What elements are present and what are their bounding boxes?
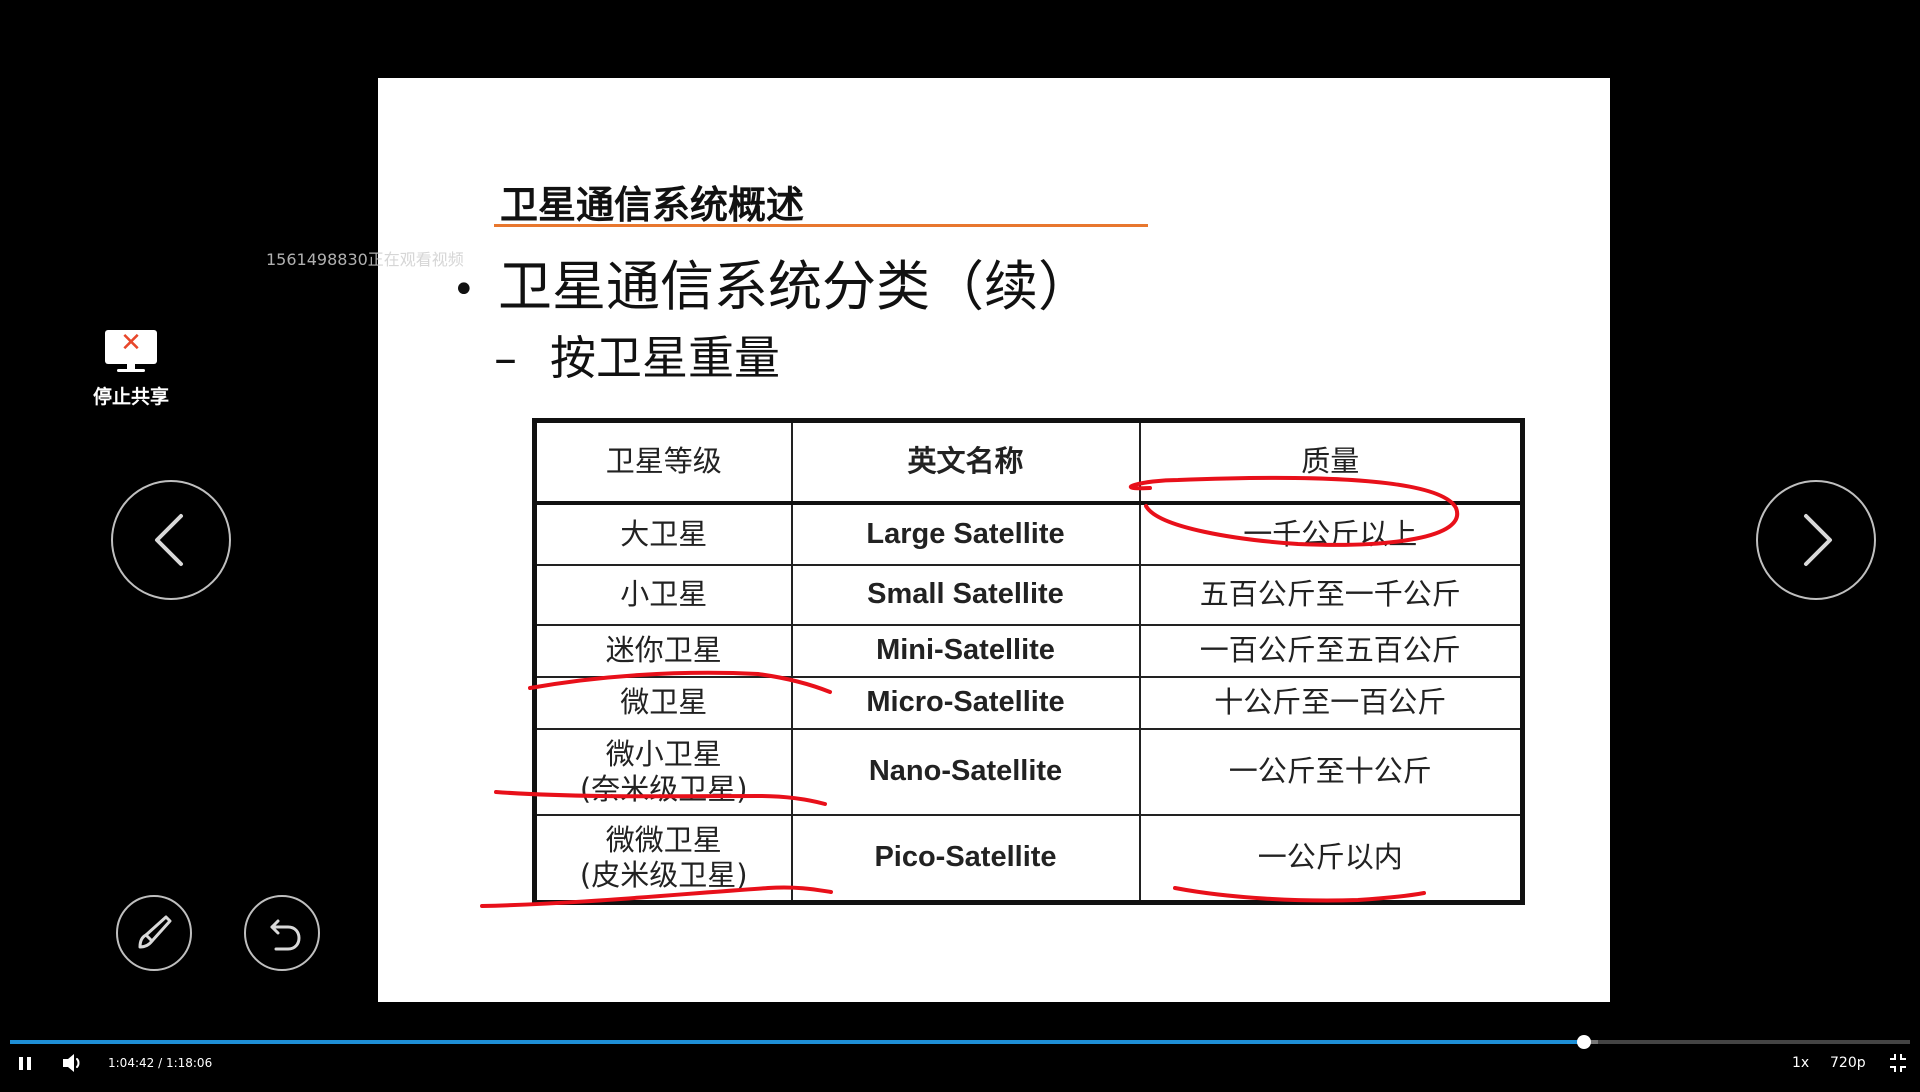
header-level: 卫星等级	[533, 419, 793, 505]
cell-mass: 一千公斤以上	[1138, 501, 1524, 566]
cell-english: Small Satellite	[790, 563, 1141, 626]
video-progress-bar[interactable]	[10, 1035, 1910, 1049]
cell-level-alias: (皮米级卫星)	[579, 857, 748, 892]
cell-english: Nano-Satellite	[790, 727, 1141, 816]
cell-level: 迷你卫星	[533, 623, 793, 678]
sub-bullet-line: – 按卫星重量	[494, 322, 780, 388]
total-time: 1:18:06	[165, 1056, 213, 1070]
playback-rate-button[interactable]: 1x	[1792, 1046, 1809, 1080]
time-display: 1:04:42 / 1:18:06	[108, 1046, 212, 1080]
exit-fullscreen-button[interactable]	[1886, 1046, 1910, 1080]
previous-slide-button[interactable]	[111, 480, 231, 600]
cell-level-alias: (奈米级卫星)	[579, 771, 748, 806]
undo-button[interactable]	[244, 895, 320, 971]
sub-bullet-text: 按卫星重量	[550, 331, 780, 385]
cell-level: 微微卫星 (皮米级卫星)	[533, 813, 793, 904]
current-time: 1:04:42	[108, 1056, 155, 1070]
bullet-marker: •	[452, 267, 476, 314]
next-slide-button[interactable]	[1756, 480, 1876, 600]
table-row: 小卫星 Small Satellite 五百公斤至一千公斤	[533, 563, 1524, 626]
viewer-watermark: 1561498830正在观看视频	[266, 250, 464, 269]
chevron-left-icon	[155, 514, 183, 566]
table-row: 迷你卫星 Mini-Satellite 一百公斤至五百公斤	[533, 623, 1524, 678]
undo-icon	[270, 919, 301, 951]
monitor-x-icon: ✕	[105, 328, 157, 372]
pen-tool-button[interactable]	[116, 895, 192, 971]
exit-fullscreen-icon	[1890, 1054, 1906, 1072]
quality-button[interactable]: 720p	[1830, 1046, 1866, 1080]
bullet-line: • 卫星通信系统分类（续）	[452, 242, 1092, 321]
cell-english: Pico-Satellite	[790, 813, 1141, 904]
pause-button[interactable]	[14, 1046, 36, 1080]
cell-level: 大卫星	[533, 501, 793, 566]
table-row: 微小卫星 (奈米级卫星) Nano-Satellite 一公斤至十公斤	[533, 727, 1524, 816]
volume-icon	[63, 1054, 80, 1072]
bullet-text: 卫星通信系统分类（续）	[498, 255, 1092, 318]
header-mass: 质量	[1138, 419, 1524, 505]
table-header-row: 卫星等级 英文名称 质量	[533, 419, 1524, 505]
sub-bullet-marker: –	[494, 331, 517, 385]
time-separator: /	[154, 1056, 166, 1070]
cell-level-main: 微微卫星	[605, 822, 722, 857]
cell-level: 微卫星	[533, 675, 793, 730]
cell-level: 小卫星	[533, 563, 793, 626]
pause-icon	[19, 1057, 31, 1070]
cell-mass: 一公斤至十公斤	[1138, 727, 1524, 816]
satellite-class-table: 卫星等级 英文名称 质量 大卫星 Large Satellite 一千公斤以上 …	[532, 418, 1525, 905]
cell-english: Large Satellite	[790, 501, 1141, 566]
stop-share-button[interactable]: ✕ 停止共享	[80, 328, 182, 414]
player-controls: 1:04:42 / 1:18:06 1x 720p	[0, 1046, 1920, 1080]
table-row: 微卫星 Micro-Satellite 十公斤至一百公斤	[533, 675, 1524, 730]
stop-share-label: 停止共享	[92, 386, 169, 408]
cell-english: Mini-Satellite	[790, 623, 1141, 678]
header-english-name: 英文名称	[790, 419, 1141, 505]
heading-underline	[494, 224, 1148, 227]
table-row: 大卫星 Large Satellite 一千公斤以上	[533, 501, 1524, 566]
cell-level: 微小卫星 (奈米级卫星)	[533, 727, 793, 816]
cell-level-main: 微小卫星	[605, 736, 722, 771]
cell-mass: 一百公斤至五百公斤	[1138, 623, 1524, 678]
brush-icon	[138, 915, 172, 949]
table-row: 微微卫星 (皮米级卫星) Pico-Satellite 一公斤以内	[533, 813, 1524, 904]
slide-heading: 卫星通信系统概述	[500, 183, 805, 227]
slide: 卫星通信系统概述 • 卫星通信系统分类（续） – 按卫星重量 卫星等级 英文名称 质…	[378, 78, 1610, 1002]
chevron-right-icon	[1804, 514, 1832, 566]
cell-mass: 一公斤以内	[1138, 813, 1524, 904]
volume-button[interactable]	[60, 1046, 84, 1080]
cell-english: Micro-Satellite	[790, 675, 1141, 730]
cell-mass: 十公斤至一百公斤	[1138, 675, 1524, 730]
cell-mass: 五百公斤至一千公斤	[1138, 563, 1524, 626]
progress-played	[10, 1040, 1584, 1044]
